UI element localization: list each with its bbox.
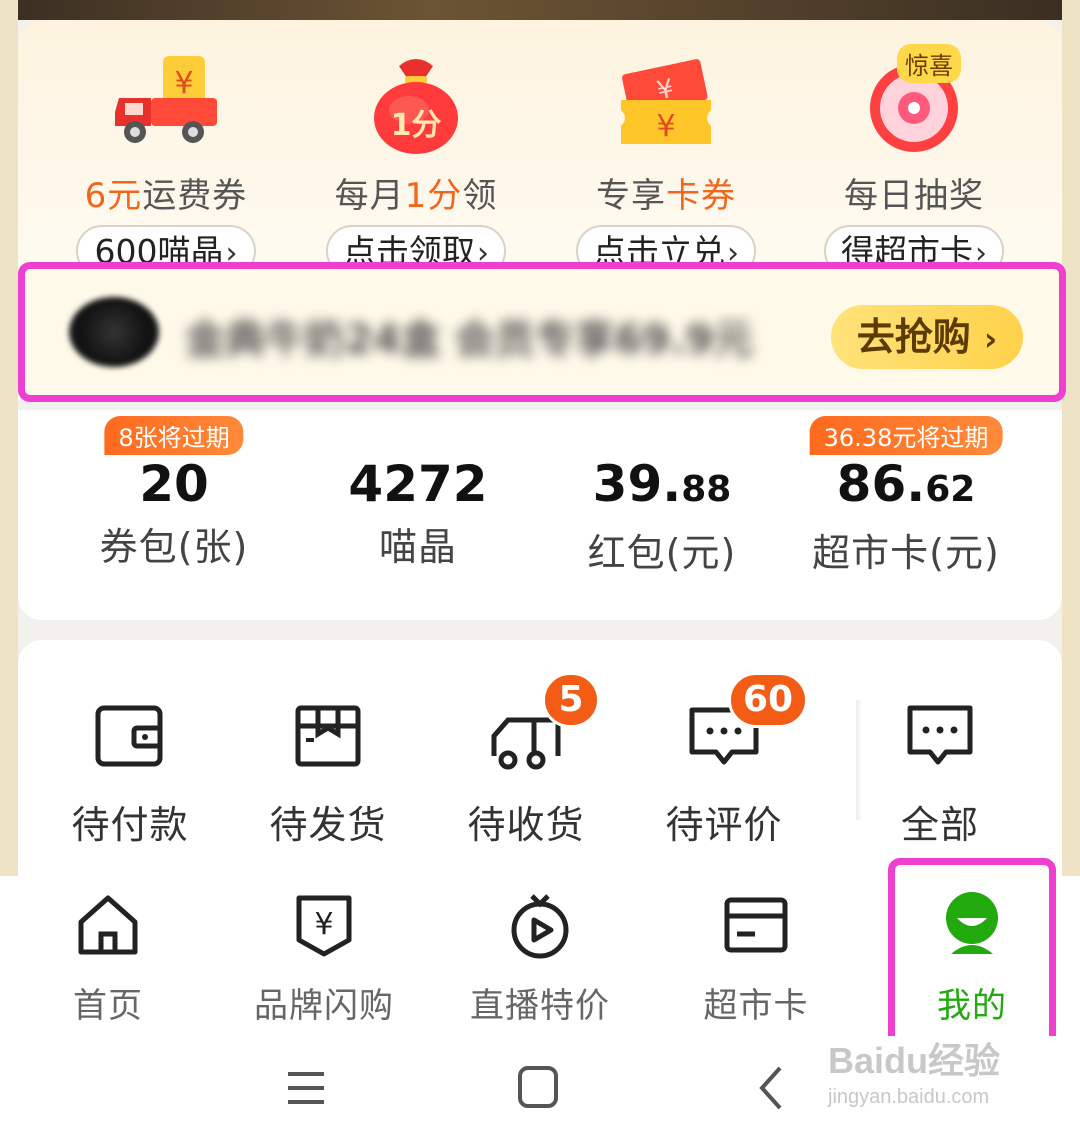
benefit-shipping-coupon[interactable]: ¥ 6元运费券 600喵晶› bbox=[46, 42, 286, 282]
benefit-monthly-1fen[interactable]: 1分 每月1分领 点击领取› bbox=[296, 42, 536, 282]
stat-supermarket-card[interactable]: 36.38元将过期 86.62 超市卡(元) bbox=[786, 410, 1026, 577]
stat-value: 86.62 bbox=[836, 455, 976, 513]
chevron-right-icon: › bbox=[984, 320, 998, 358]
count-badge: 5 bbox=[542, 672, 600, 728]
stat-label: 喵晶 bbox=[378, 525, 457, 569]
back-icon[interactable] bbox=[742, 1058, 802, 1118]
money-bag-label: 1分 bbox=[390, 108, 442, 143]
all-orders-icon bbox=[900, 700, 980, 774]
benefit-title: 专享卡券 bbox=[596, 176, 736, 216]
order-pending-receipt[interactable]: 5 待收货 bbox=[426, 672, 626, 849]
orders-panel: 待付款 待发货 5 待收货 60 待评价 全部 bbox=[18, 640, 1062, 880]
tab-label: 首页 bbox=[73, 986, 143, 1026]
annotation-highlight bbox=[888, 858, 1056, 1048]
stat-red-packet[interactable]: 39.88 红包(元) bbox=[542, 410, 782, 577]
order-all[interactable]: 全部 bbox=[840, 700, 1040, 849]
benefit-title: 每月1分领 bbox=[334, 176, 498, 216]
stat-miaojing[interactable]: 4272 喵晶 bbox=[298, 410, 538, 571]
ticket-icon: ¥ ¥ bbox=[611, 48, 721, 158]
live-icon bbox=[505, 890, 575, 960]
order-label: 全部 bbox=[900, 803, 979, 847]
tab-brand-flash[interactable]: ¥ 品牌闪购 bbox=[224, 890, 424, 1027]
stat-value: 4272 bbox=[348, 455, 488, 513]
tab-label: 直播特价 bbox=[470, 986, 610, 1026]
tab-live[interactable]: 直播特价 bbox=[440, 890, 640, 1027]
order-label: 待发货 bbox=[269, 803, 387, 847]
card-icon bbox=[721, 890, 791, 960]
promo-text: 金典牛奶24盒 会员专享69.9元 bbox=[185, 317, 754, 363]
tab-supermarket-card[interactable]: 超市卡 bbox=[656, 890, 856, 1027]
wallet-icon bbox=[90, 700, 170, 774]
expiring-badge: 36.38元将过期 bbox=[809, 416, 1003, 455]
background-edge-left bbox=[0, 0, 18, 880]
surprise-badge: 惊喜 bbox=[897, 44, 961, 83]
order-label: 待收货 bbox=[467, 803, 585, 847]
benefit-daily-lottery[interactable]: 惊喜 每日抽奖 得超市卡› bbox=[794, 42, 1034, 282]
package-icon bbox=[288, 700, 368, 774]
delivery-truck-icon: 5 bbox=[486, 672, 600, 774]
lottery-wheel-icon: 惊喜 bbox=[859, 44, 969, 158]
money-bag-icon: 1分 bbox=[361, 48, 471, 158]
benefit-exclusive-coupon[interactable]: ¥ ¥ 专享卡券 点击立兑› bbox=[546, 42, 786, 282]
tab-home[interactable]: 首页 bbox=[8, 890, 208, 1027]
tab-label: 超市卡 bbox=[703, 986, 809, 1026]
promo-banner[interactable]: 金典牛奶24盒 会员专享69.9元 去抢购 › bbox=[18, 262, 1066, 402]
expiring-badge: 8张将过期 bbox=[104, 416, 244, 455]
svg-text:¥: ¥ bbox=[656, 109, 675, 144]
brand-logo-icon bbox=[69, 297, 159, 367]
stat-value: 39.88 bbox=[592, 455, 732, 513]
truck-coupon-icon: ¥ bbox=[111, 48, 221, 158]
brand-flash-icon: ¥ bbox=[289, 890, 359, 960]
menu-icon[interactable] bbox=[276, 1058, 336, 1118]
home-square-icon[interactable] bbox=[508, 1058, 568, 1118]
order-pending-shipment[interactable]: 待发货 bbox=[228, 700, 428, 849]
review-bubble-icon: 60 bbox=[684, 672, 809, 774]
watermark: Baidu经验 jingyan.baidu.com bbox=[828, 1040, 1001, 1108]
order-label: 待评价 bbox=[665, 803, 783, 847]
count-badge: 60 bbox=[728, 672, 809, 728]
tab-label: 品牌闪购 bbox=[254, 986, 394, 1026]
background-edge-right bbox=[1062, 0, 1080, 880]
svg-text:¥: ¥ bbox=[174, 66, 193, 101]
home-icon bbox=[73, 890, 143, 960]
top-header-strip bbox=[0, 0, 1080, 20]
stat-label: 券包(张) bbox=[99, 525, 249, 569]
grab-deal-button[interactable]: 去抢购 › bbox=[831, 305, 1023, 369]
assets-stats-panel: 8张将过期 20 券包(张) 4272 喵晶 39.88 红包(元) 36.38… bbox=[18, 410, 1062, 620]
benefit-title: 6元运费券 bbox=[84, 176, 248, 216]
stat-coupon-pack[interactable]: 8张将过期 20 券包(张) bbox=[54, 410, 294, 571]
order-pending-review[interactable]: 60 待评价 bbox=[624, 672, 824, 849]
stat-label: 超市卡(元) bbox=[812, 531, 1000, 575]
stat-label: 红包(元) bbox=[587, 531, 737, 575]
order-label: 待付款 bbox=[71, 803, 189, 847]
benefit-title: 每日抽奖 bbox=[844, 176, 984, 216]
order-pending-payment[interactable]: 待付款 bbox=[30, 700, 230, 849]
svg-text:¥: ¥ bbox=[314, 907, 333, 942]
stat-value: 20 bbox=[139, 455, 209, 513]
